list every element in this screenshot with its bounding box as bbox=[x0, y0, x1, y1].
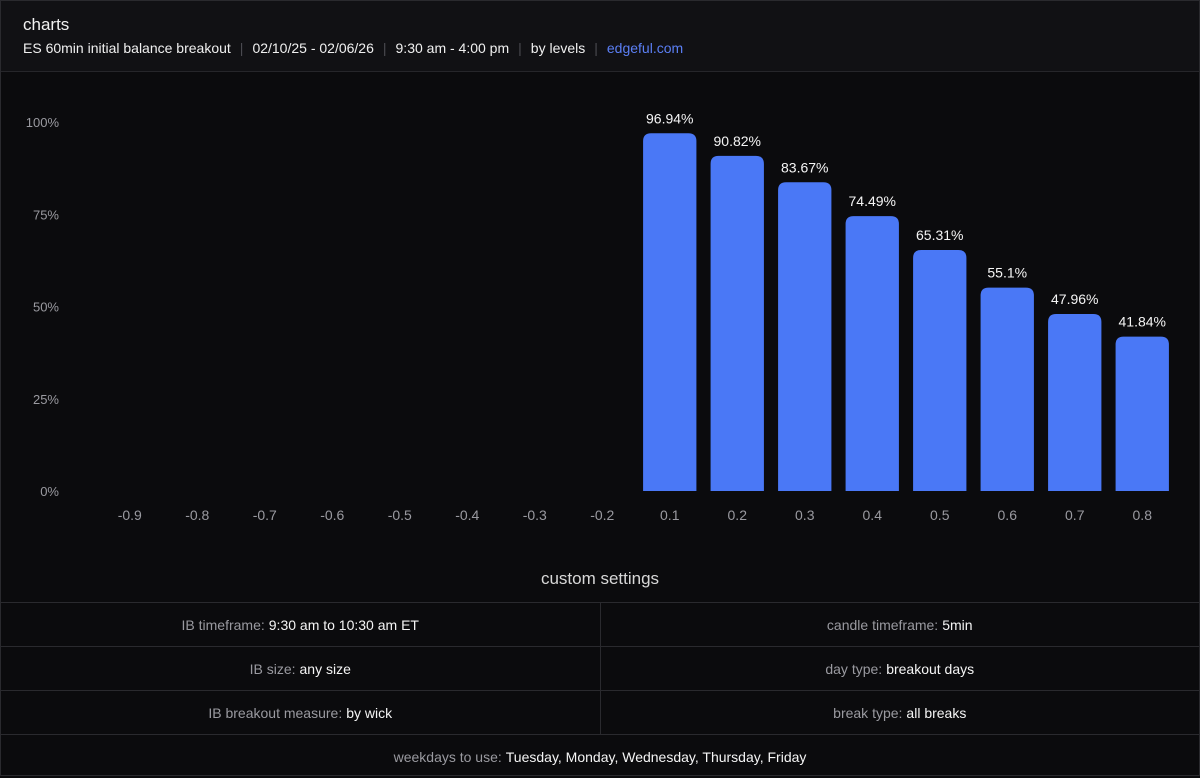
setting-label: day type: bbox=[825, 660, 883, 677]
x-tick-label: 0.2 bbox=[728, 507, 748, 523]
x-tick-label: -0.3 bbox=[523, 507, 547, 523]
setting-value: all breaks bbox=[906, 704, 967, 721]
setting-ib-breakout-measure: IB breakout measure: by wick bbox=[1, 691, 600, 734]
x-tick-label: -0.9 bbox=[118, 507, 142, 523]
bar-chart: 0% 25% 50% 75% 100% -0.9 -0.8 -0.7 -0.6 -0.5 -0.4 -… bbox=[1, 73, 1199, 563]
x-tick-label: 0.8 bbox=[1133, 507, 1153, 523]
bar bbox=[980, 287, 1034, 491]
setting-label: candle timeframe: bbox=[826, 616, 939, 633]
bar bbox=[913, 250, 967, 491]
setting-label: IB size: bbox=[249, 660, 296, 677]
separator: | bbox=[594, 40, 598, 56]
chart-subtitle: ES 60min initial balance breakout | 02/10/… bbox=[23, 40, 1199, 56]
x-tick-label: -0.2 bbox=[590, 507, 614, 523]
bar bbox=[778, 182, 832, 491]
data-label: 90.82% bbox=[714, 133, 761, 149]
setting-value: any size bbox=[299, 660, 351, 677]
grouping-label: by levels bbox=[530, 40, 586, 56]
setting-weekdays: weekdays to use: Tuesday, Monday, Wednesd… bbox=[1, 735, 1199, 778]
x-tick-label: 0.5 bbox=[930, 507, 950, 523]
separator: | bbox=[239, 40, 244, 56]
setting-candle-timeframe: candle timeframe: 5min bbox=[599, 603, 1200, 646]
setting-ib-size: IB size: any size bbox=[1, 647, 600, 690]
setting-break-type: break type: all breaks bbox=[599, 691, 1200, 734]
separator: | bbox=[518, 40, 522, 56]
x-tick-label: -0.7 bbox=[253, 507, 277, 523]
site-link[interactable]: edgeful.com bbox=[607, 40, 683, 56]
setting-ib-timeframe: IB timeframe: 9:30 am to 10:30 am ET bbox=[1, 603, 600, 646]
x-tick-label: 0.6 bbox=[998, 507, 1018, 523]
settings-row: IB breakout measure: by wick break type: a… bbox=[1, 691, 1199, 735]
data-label: 65.31% bbox=[916, 227, 963, 243]
setting-value: Tuesday, Monday, Wednesday, Thursday, Fr… bbox=[505, 748, 807, 765]
x-tick-label: 0.7 bbox=[1065, 507, 1085, 523]
setting-value: 9:30 am to 10:30 am ET bbox=[268, 616, 419, 633]
data-label: 83.67% bbox=[781, 159, 828, 175]
y-tick-label: 25% bbox=[33, 392, 59, 407]
setting-day-type: day type: breakout days bbox=[599, 647, 1200, 690]
date-range: 02/10/25 - 02/06/26 bbox=[252, 40, 374, 56]
setting-label: IB breakout measure: bbox=[208, 704, 343, 721]
setting-value: 5min bbox=[942, 616, 973, 633]
settings-table: IB timeframe: 9:30 am to 10:30 am ET cand… bbox=[1, 602, 1199, 778]
setting-label: break type: bbox=[833, 704, 903, 721]
bar bbox=[710, 155, 764, 491]
x-tick-label: 0.1 bbox=[660, 507, 680, 523]
settings-row: IB size: any size day type: breakout days bbox=[1, 647, 1199, 691]
data-label: 96.94% bbox=[646, 110, 693, 126]
data-label: 47.96% bbox=[1051, 291, 1098, 307]
data-label: 74.49% bbox=[849, 193, 896, 209]
y-tick-label: 0% bbox=[40, 484, 59, 499]
setting-value: by wick bbox=[346, 704, 393, 721]
setting-label: weekdays to use: bbox=[393, 748, 502, 765]
session-time: 9:30 am - 4:00 pm bbox=[395, 40, 510, 56]
bar bbox=[643, 133, 697, 492]
bar bbox=[1048, 314, 1102, 491]
separator: | bbox=[382, 40, 387, 56]
header: charts ES 60min initial balance breakout… bbox=[1, 1, 1199, 72]
data-label: 55.1% bbox=[987, 265, 1027, 281]
bar bbox=[845, 216, 899, 491]
settings-row: IB timeframe: 9:30 am to 10:30 am ET cand… bbox=[1, 603, 1199, 647]
bar bbox=[1115, 336, 1169, 491]
x-tick-label: -0.6 bbox=[320, 507, 344, 523]
settings-row: weekdays to use: Tuesday, Monday, Wednesd… bbox=[1, 735, 1199, 778]
data-label: 41.84% bbox=[1119, 314, 1166, 330]
x-tick-label: -0.4 bbox=[455, 507, 479, 523]
y-tick-label: 100% bbox=[26, 115, 60, 130]
x-tick-label: -0.8 bbox=[185, 507, 209, 523]
x-tick-label: 0.3 bbox=[795, 507, 815, 523]
panel-title: charts bbox=[23, 15, 70, 34]
setting-label: IB timeframe: bbox=[181, 616, 265, 633]
settings-title: custom settings bbox=[540, 569, 660, 588]
setting-value: breakout days bbox=[886, 660, 975, 677]
bar-chart-svg: 0% 25% 50% 75% 100% -0.9 -0.8 -0.7 -0.6 -0.5 -0.4 -… bbox=[26, 110, 1169, 523]
instrument-label: ES 60min initial balance breakout bbox=[23, 40, 231, 56]
x-tick-label: 0.4 bbox=[863, 507, 883, 523]
chart-panel: charts ES 60min initial balance breakout… bbox=[0, 0, 1200, 776]
y-tick-label: 75% bbox=[33, 207, 59, 222]
x-tick-label: -0.5 bbox=[388, 507, 412, 523]
y-tick-label: 50% bbox=[33, 300, 59, 315]
